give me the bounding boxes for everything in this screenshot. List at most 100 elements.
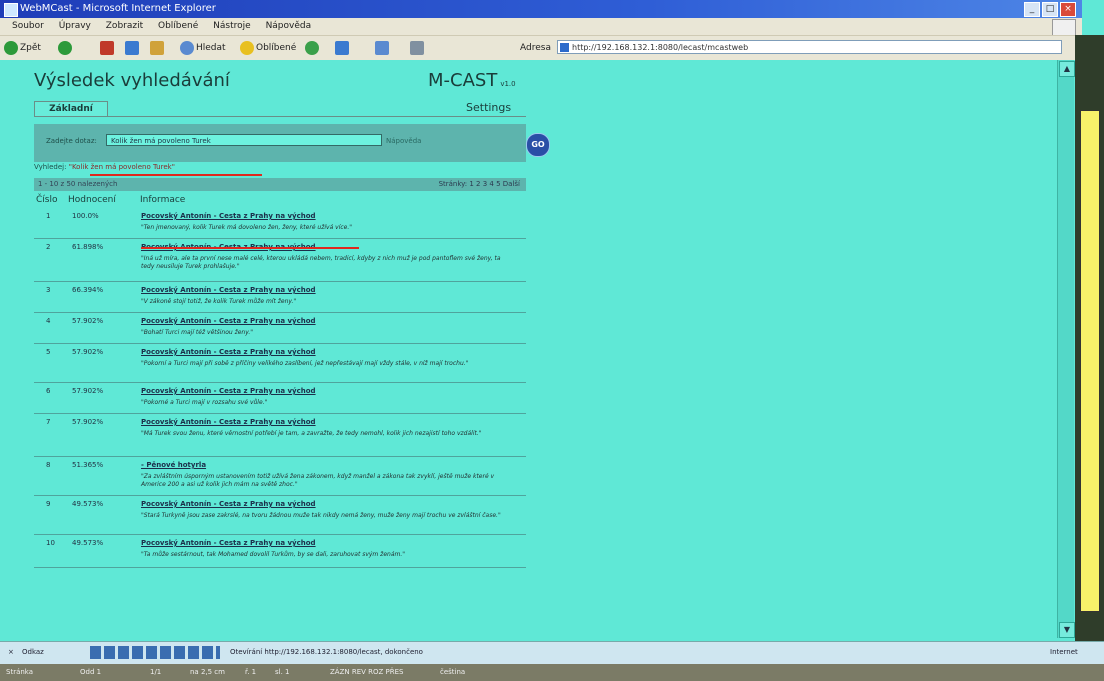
result-row: 10 49.573% Pocovský Antonín - Cesta z Pr… [34,535,526,568]
window-titlebar: WebMCast - Microsoft Internet Explorer _… [0,0,1082,18]
result-link[interactable]: Pocovský Antonín - Cesta z Prahy na vých… [141,286,316,294]
print-button[interactable] [410,40,426,56]
result-score: 57.902% [72,418,104,426]
result-link[interactable]: Pocovský Antonín - Cesta z Prahy na vých… [141,500,316,508]
result-number: 8 [46,461,51,469]
red-strike-line [141,247,359,249]
home-icon [150,40,164,55]
result-link[interactable]: - Pěnové hotyrla [141,461,206,469]
menu-tools[interactable]: Nástroje [213,21,251,31]
quicklaunch-icons[interactable] [90,646,220,659]
result-number: 4 [46,317,51,325]
result-number: 6 [46,387,51,395]
pager: 1 - 10 z 50 nalezených Stránky: 1 2 3 4 … [34,178,526,191]
result-snippet: "Ten jmenovaný, kolik Turek má dovoleno … [141,224,353,231]
favorites-button[interactable]: Oblíbené [240,40,296,56]
close-pane-icon[interactable]: × [8,646,14,659]
result-number: 2 [46,243,51,251]
menu-view[interactable]: Zobrazit [106,21,143,31]
refresh-button[interactable] [125,40,141,56]
status-language: čeština [440,668,466,676]
maximize-button[interactable]: □ [1042,2,1058,17]
status-pages: 1/1 [150,668,162,676]
links-menu[interactable]: Odkaz [22,646,44,659]
vertical-scrollbar[interactable]: ▲ ▼ [1057,60,1075,638]
history-icon [335,40,349,55]
refresh-icon [125,40,139,55]
result-link[interactable]: Pocovský Antonín - Cesta z Prahy na vých… [141,317,316,325]
tab-basic[interactable]: Základní [34,101,108,117]
menu-help[interactable]: Nápověda [266,21,312,31]
result-number: 9 [46,500,51,508]
media-button[interactable] [305,40,321,56]
result-score: 57.902% [72,317,104,325]
mail-button[interactable] [375,40,391,56]
window-controls: _ □ × [1024,2,1076,17]
page-title: Výsledek vyhledávání [34,70,230,91]
search-button[interactable]: Hledat [180,40,226,56]
status-page: Stránka [6,668,34,676]
result-row: 3 66.394% Pocovský Antonín - Cesta z Pra… [34,282,526,313]
history-button[interactable] [335,40,351,56]
result-number: 10 [46,539,55,547]
result-link[interactable]: Pocovský Antonín - Cesta z Prahy na vých… [141,387,316,395]
search-input[interactable]: Kolik žen má povoleno Turek [106,134,382,146]
zone-indicator: Internet [1050,648,1078,656]
forward-button[interactable] [58,40,74,56]
help-link[interactable]: Nápověda [386,137,421,145]
go-button[interactable]: GO [526,133,550,157]
results-query[interactable]: "Kolik žen má povoleno Turek" [69,163,175,171]
results-for: Vyhledej: "Kolik žen má povoleno Turek" [34,163,175,171]
scroll-up-icon[interactable]: ▲ [1059,61,1075,77]
minimize-button[interactable]: _ [1024,2,1040,17]
menu-file[interactable]: Soubor [12,21,44,31]
stop-button[interactable] [100,40,116,56]
result-snippet: "Pokorné a Turci mají v rozsahu své vůle… [141,399,268,406]
result-number: 1 [46,212,51,220]
search-icon [180,40,194,55]
status-text: Otevírání http://192.168.132.1:8080/leca… [230,648,423,656]
result-row: 4 57.902% Pocovský Antonín - Cesta z Pra… [34,313,526,344]
result-score: 100.0% [72,212,99,220]
result-number: 5 [46,348,51,356]
tab-divider [34,116,526,117]
tab-settings[interactable]: Settings [466,101,511,114]
status-bar: × Odkaz Otevírání http://192.168.132.1:8… [0,641,1104,664]
home-button[interactable] [150,40,166,56]
address-bar[interactable]: http://192.168.132.1:8080/lecast/mcastwe… [557,40,1062,54]
result-snippet: "Ta může sestárnout, tak Mohamed dovolil… [141,551,406,558]
pager-count: 1 - 10 z 50 nalezených [38,180,118,188]
result-link[interactable]: Pocovský Antonín - Cesta z Prahy na vých… [141,348,316,356]
result-row: 6 57.902% Pocovský Antonín - Cesta z Pra… [34,383,526,414]
media-icon [305,40,319,55]
result-link[interactable]: Pocovský Antonín - Cesta z Prahy na vých… [141,539,316,547]
result-row: 9 49.573% Pocovský Antonín - Cesta z Pra… [34,496,526,535]
search-label: Zadejte dotaz: [46,137,97,145]
status-modes: ZÁZN REV ROZ PŘES [330,668,404,676]
result-score: 49.573% [72,500,104,508]
result-link[interactable]: Pocovský Antonín - Cesta z Prahy na vých… [141,418,316,426]
status-line: ř. 1 [245,668,257,676]
menu-favorites[interactable]: Oblíbené [158,21,198,31]
col-num-header: Číslo [36,195,58,205]
result-row: 8 51.365% - Pěnové hotyrla "Za zvláštním… [34,457,526,496]
forward-arrow-icon [58,40,72,55]
scroll-down-icon[interactable]: ▼ [1059,622,1075,638]
toolbar: Zpět Hledat Oblíbené Adresa http://192.1… [0,35,1082,61]
windows-logo-icon [1052,19,1076,36]
ie-icon [4,3,18,17]
result-snippet: "Pokorní a Turci mají při sobě z příčiny… [141,360,469,367]
result-score: 57.902% [72,387,104,395]
stop-icon [100,40,114,55]
result-number: 3 [46,286,51,294]
result-link[interactable]: Pocovský Antonín - Cesta z Prahy na vých… [141,212,316,220]
result-snippet: "Bohatí Turci mají též většinou ženy." [141,329,253,336]
print-icon [410,40,424,55]
pager-links[interactable]: Stránky: 1 2 3 4 5 Další [439,178,520,191]
menu-edit[interactable]: Úpravy [59,21,91,31]
result-score: 57.902% [72,348,104,356]
status-column: sl. 1 [275,668,290,676]
back-button[interactable]: Zpět [4,40,41,56]
result-row: 1 100.0% Pocovský Antonín - Cesta z Prah… [34,208,526,239]
close-button[interactable]: × [1060,2,1076,17]
